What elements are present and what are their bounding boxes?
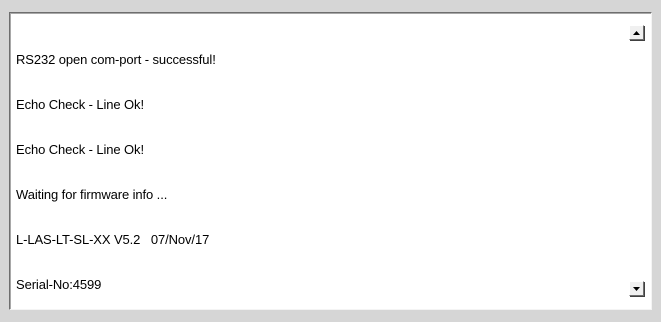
log-line: Echo Check - Line Ok! xyxy=(16,97,144,112)
scroll-down-button[interactable] xyxy=(629,281,644,296)
log-content: RS232 open com-port - successful! Echo C… xyxy=(16,22,615,305)
arrow-down-icon xyxy=(633,286,640,291)
log-line: RS232 open com-port - successful! xyxy=(16,52,216,67)
log-line: Serial-No:4599 xyxy=(16,277,102,292)
vertical-scrollbar[interactable] xyxy=(621,15,649,307)
log-output-textarea[interactable]: RS232 open com-port - successful! Echo C… xyxy=(9,12,652,310)
arrow-up-icon xyxy=(633,30,640,35)
log-line: L-LAS-LT-SL-XX V5.2 07/Nov/17 xyxy=(16,232,210,247)
scroll-up-button[interactable] xyxy=(629,25,644,40)
log-line: Echo Check - Line Ok! xyxy=(16,142,144,157)
log-line: Waiting for firmware info ... xyxy=(16,187,168,202)
